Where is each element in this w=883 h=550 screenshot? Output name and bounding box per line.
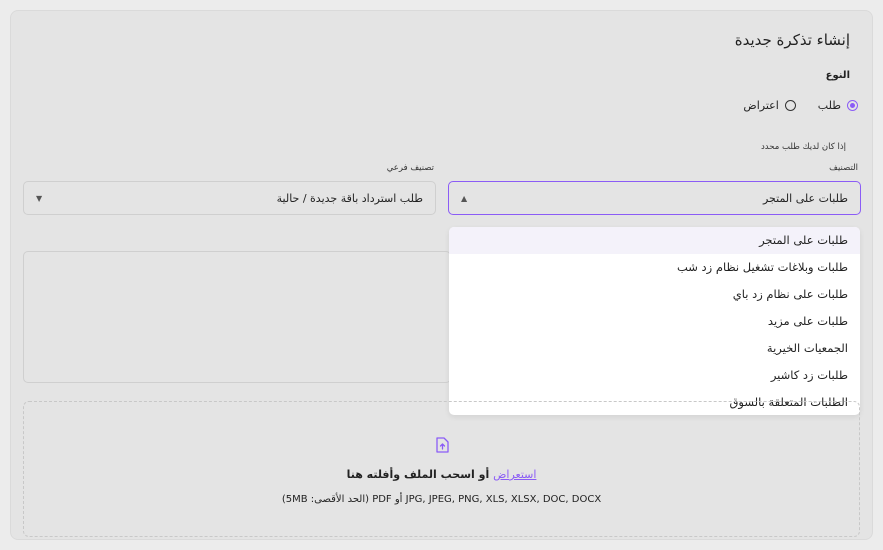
type-radio-group: طلب اعتراض (743, 99, 858, 112)
radio-objection[interactable] (784, 100, 796, 111)
dropdown-option[interactable]: طلبات على المتجر (449, 227, 860, 254)
category-label: التصنيف (829, 163, 858, 173)
dropdown-option[interactable]: طلبات على نظام زد باي (449, 281, 860, 308)
dropdown-option[interactable]: طلبات زد كاشير (449, 362, 860, 389)
dropdown-option[interactable]: طلبات على مزيد (449, 308, 860, 335)
dropdown-option[interactable]: الجمعيات الخيرية (449, 335, 860, 362)
subcategory-select[interactable]: طلب استرداد باقة جديدة / حالية ▼ (23, 181, 436, 215)
file-upload-dropzone[interactable]: استعراض أو اسحب الملف وأفلته هنا JPG, JP… (23, 401, 860, 537)
upload-file-icon (436, 437, 449, 453)
radio-request[interactable] (847, 100, 858, 111)
category-dropdown: طلبات على المتجر طلبات وبلاغات تشغيل نظا… (449, 227, 860, 415)
dropdown-option[interactable]: طلبات وبلاغات تشغيل نظام زد شب (449, 254, 860, 281)
category-select-value: طلبات على المتجر (762, 191, 848, 205)
drag-text: أو اسحب الملف وأفلته هنا (346, 468, 490, 481)
chevron-down-icon: ▼ (36, 194, 43, 203)
subcategory-select-value: طلب استرداد باقة جديدة / حالية (276, 191, 423, 205)
description-textarea[interactable] (23, 251, 451, 383)
hint-text: إذا كان لديك طلب محدد (761, 142, 846, 152)
upload-formats-text: JPG, JPEG, PNG, XLS, XLSX, DOC, DOCX أو … (281, 494, 602, 505)
subcategory-label: تصنيف فرعي (386, 163, 434, 173)
new-ticket-card: إنشاء تذكرة جديدة النوع طلب اعتراض إذا ك… (10, 10, 873, 540)
browse-link[interactable]: استعراض (493, 468, 536, 481)
radio-request-label[interactable]: طلب (818, 99, 841, 112)
upload-instructions: استعراض أو اسحب الملف وأفلته هنا (24, 468, 859, 481)
category-select[interactable]: طلبات على المتجر ▲ (448, 181, 861, 215)
chevron-up-icon: ▲ (461, 194, 468, 203)
page-title: إنشاء تذكرة جديدة (734, 31, 850, 49)
type-label: النوع (825, 70, 850, 81)
radio-objection-label[interactable]: اعتراض (743, 99, 778, 112)
